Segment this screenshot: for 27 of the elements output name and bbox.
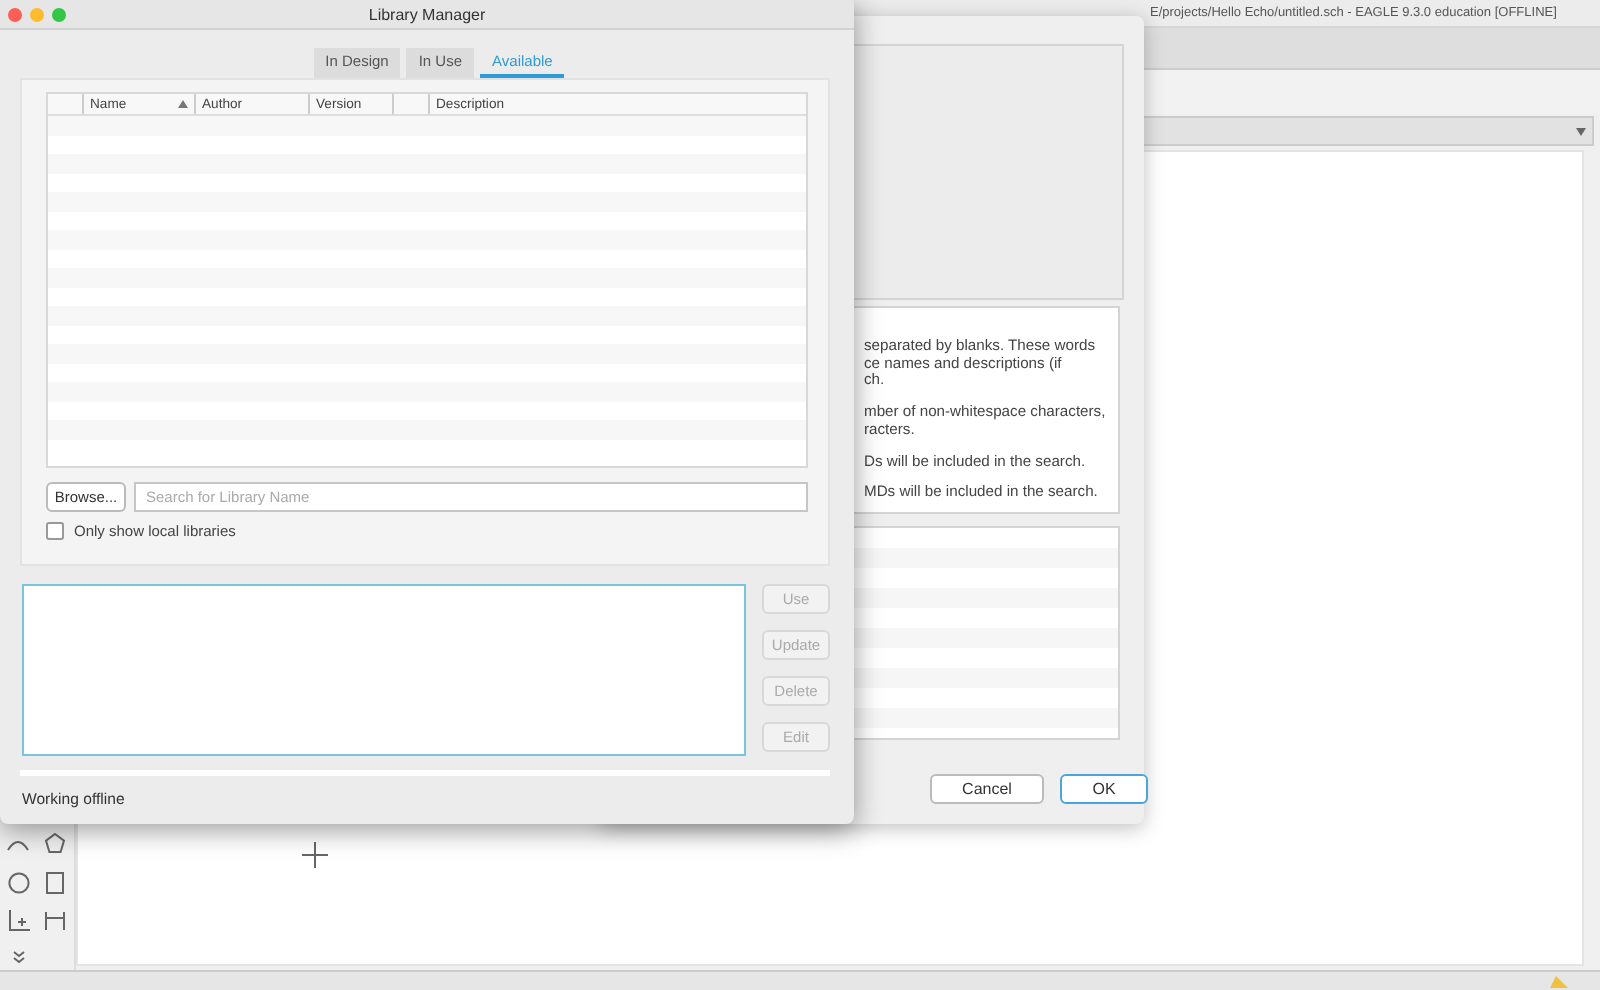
cancel-button[interactable]: Cancel (930, 774, 1044, 804)
arc-icon[interactable] (6, 835, 31, 852)
minimize-icon[interactable] (30, 7, 44, 21)
close-icon[interactable] (8, 7, 22, 21)
crosshair-icon (302, 842, 328, 868)
dimension-icon[interactable] (44, 910, 67, 933)
table-row[interactable] (48, 344, 806, 363)
circle-icon[interactable] (7, 871, 30, 894)
ok-button[interactable]: OK (1060, 774, 1148, 804)
table-row[interactable] (48, 268, 806, 287)
lightning-icon (1550, 976, 1568, 988)
maximize-icon[interactable] (52, 7, 66, 21)
table-row[interactable] (48, 382, 806, 401)
table-row[interactable] (48, 230, 806, 249)
table-row[interactable] (48, 192, 806, 211)
sort-ascending-icon (178, 100, 188, 108)
table-row[interactable] (48, 154, 806, 173)
checkbox[interactable] (46, 522, 64, 540)
table-row[interactable] (48, 116, 806, 135)
attribute-icon[interactable] (7, 910, 30, 933)
chevron-down-icon[interactable] (11, 949, 26, 964)
polygon-icon[interactable] (44, 832, 67, 855)
caret-icon (1576, 127, 1586, 135)
table-row[interactable] (48, 306, 806, 325)
window-title: Library Manager (368, 5, 486, 23)
rectangle-icon[interactable] (46, 871, 65, 894)
table-row[interactable] (48, 420, 806, 439)
